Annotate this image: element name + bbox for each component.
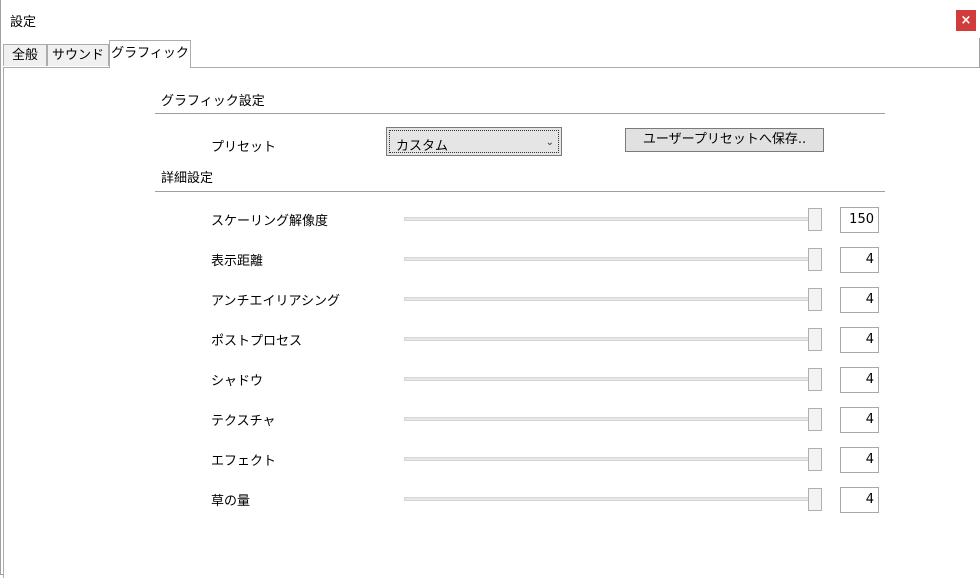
slider-track[interactable] [404, 377, 822, 381]
window-title: 設定 [10, 15, 37, 30]
slider-thumb[interactable] [808, 448, 822, 471]
setting-label: エフェクト [211, 454, 277, 469]
preset-dropdown[interactable]: カスタム ⌄ [386, 127, 562, 156]
setting-value-field[interactable]: 4 [840, 327, 879, 353]
slider-track[interactable] [404, 417, 822, 421]
slider-thumb[interactable] [808, 328, 822, 351]
setting-value-field[interactable]: 4 [840, 447, 879, 473]
setting-value-field[interactable]: 4 [840, 487, 879, 513]
slider-thumb[interactable] [808, 408, 822, 431]
setting-label: アンチエイリアシング [211, 294, 340, 309]
graphics-divider [155, 113, 885, 114]
setting-value-field[interactable]: 4 [840, 247, 879, 273]
chevron-down-icon: ⌄ [545, 137, 554, 148]
slider-track[interactable] [404, 217, 822, 221]
setting-label: スケーリング解像度 [211, 214, 329, 229]
slider-track[interactable] [404, 497, 822, 501]
slider-thumb[interactable] [808, 288, 822, 311]
tab-sound[interactable]: サウンド [47, 44, 109, 66]
settings-window: 設定 × 全般 サウンド グラフィック グラフィック設定 プリセット カスタム … [0, 0, 980, 578]
graphics-section-title: グラフィック設定 [161, 94, 265, 109]
setting-label: テクスチャ [211, 414, 276, 429]
slider-track[interactable] [404, 297, 822, 301]
close-button[interactable]: × [956, 10, 976, 31]
slider-track[interactable] [404, 337, 822, 341]
setting-value-field[interactable]: 4 [840, 407, 879, 433]
setting-label: 草の量 [211, 494, 251, 509]
setting-value-field[interactable]: 150 [840, 207, 879, 233]
slider-track[interactable] [404, 257, 822, 261]
slider-thumb[interactable] [808, 248, 822, 271]
setting-value-field[interactable]: 4 [840, 367, 879, 393]
slider-thumb[interactable] [808, 488, 822, 511]
setting-label: シャドウ [211, 374, 264, 389]
title-bar: 設定 × [1, 0, 980, 38]
save-user-preset-button[interactable]: ユーザープリセットへ保存.. [625, 128, 824, 152]
setting-label: ポストプロセス [211, 334, 303, 349]
tab-graphics[interactable]: グラフィック [109, 40, 191, 68]
details-section-title: 詳細設定 [161, 171, 214, 186]
tab-general[interactable]: 全般 [3, 44, 47, 66]
slider-thumb[interactable] [808, 208, 822, 231]
details-divider [155, 191, 885, 192]
slider-track[interactable] [404, 457, 822, 461]
setting-label: 表示距離 [211, 254, 264, 269]
setting-value-field[interactable]: 4 [840, 287, 879, 313]
preset-dropdown-value: カスタム [396, 139, 449, 154]
slider-thumb[interactable] [808, 368, 822, 391]
preset-label: プリセット [211, 140, 277, 155]
